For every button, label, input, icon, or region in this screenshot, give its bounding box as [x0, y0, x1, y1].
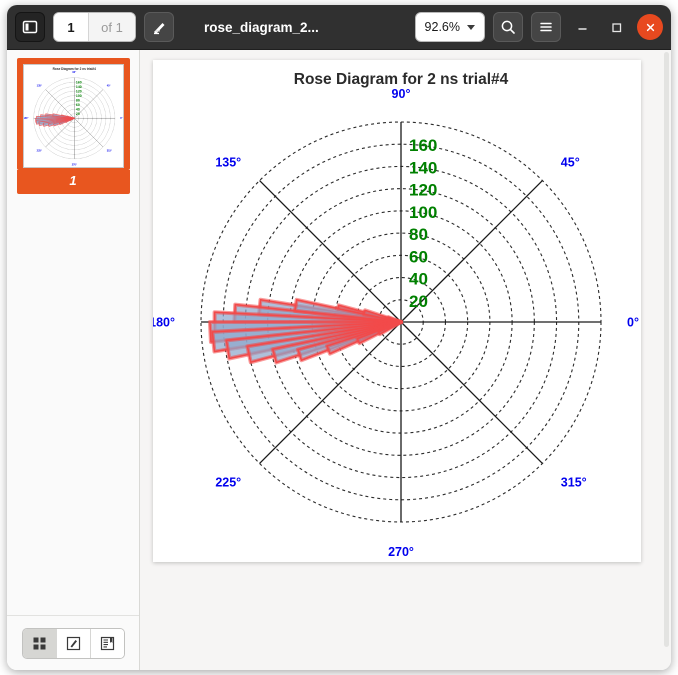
radial-tick-label: 160 — [75, 81, 81, 85]
rose-bars — [34, 113, 75, 127]
page-total-label: of 1 — [88, 13, 135, 41]
sidebar-footer — [7, 615, 139, 670]
thumbnail-rose-diagram: Rose Diagram for 2 ns trial#4 0° 45° 90° 135… — [24, 67, 123, 167]
page-number-input[interactable]: 1 — [54, 13, 88, 41]
radial-tick-label: 40 — [75, 108, 79, 112]
sidebar: Rose Diagram for 2 ns trial#4 0° 45° 90° 135… — [7, 50, 140, 670]
minimize-icon — [577, 27, 587, 30]
maximize-icon — [611, 22, 621, 32]
grid-spoke — [45, 89, 74, 119]
search-button[interactable] — [493, 12, 523, 42]
angular-tick-label: 315° — [106, 150, 111, 153]
radial-tick-label: 100 — [75, 94, 81, 98]
sidebar-mode-annotations[interactable] — [56, 628, 91, 658]
radial-tick-label: 120 — [75, 90, 81, 94]
angular-tick-label: 90° — [392, 87, 411, 101]
angular-tick-label: 0° — [627, 316, 639, 330]
grid-spoke — [400, 321, 543, 464]
radial-tick-label: 160 — [409, 136, 437, 155]
window-content: Rose Diagram for 2 ns trial#4 0° 45° 90° 135… — [7, 50, 671, 670]
thumbnail-page-label: 1 — [69, 173, 77, 188]
angular-tick-label: 270° — [71, 164, 76, 167]
radial-tick-label: 80 — [75, 99, 79, 103]
sidebar-mode-switcher — [21, 627, 125, 659]
pencil-icon — [66, 636, 80, 650]
angular-tick-label: 225° — [215, 475, 241, 489]
radial-tick-label: 60 — [75, 103, 79, 107]
header-bar: 1 of 1 rose_diagram_2... 92.6% — [7, 5, 671, 50]
angular-tick-label: 45° — [561, 156, 580, 170]
document-page: Rose Diagram for 2 ns trial#4 0° 45° 90° 135… — [153, 60, 641, 562]
radial-tick-label: 20 — [75, 112, 79, 116]
close-button[interactable] — [637, 14, 663, 40]
radial-tick-label: 40 — [409, 270, 428, 289]
sidebar-toggle-button[interactable] — [15, 12, 45, 42]
thumbnail-card-selected: Rose Diagram for 2 ns trial#4 0° 45° 90° 135… — [16, 58, 130, 170]
zoom-selector[interactable]: 92.6% — [414, 12, 485, 42]
sidebar-mode-thumbnails[interactable] — [22, 628, 57, 658]
chevron-down-icon — [467, 24, 475, 30]
radial-tick-label: 100 — [409, 203, 437, 222]
thumbnail-preview: Rose Diagram for 2 ns trial#4 0° 45° 90° 135… — [22, 64, 124, 168]
radial-tick-label: 60 — [409, 247, 428, 266]
grid-icon — [33, 637, 45, 649]
minimize-button[interactable] — [569, 14, 595, 40]
sidebar-icon — [22, 20, 38, 34]
radial-tick-label: 140 — [75, 85, 81, 89]
pdf-viewer-window: 1 of 1 rose_diagram_2... 92.6% Rose Diag… — [7, 5, 671, 670]
vertical-scrollbar[interactable] — [664, 52, 669, 648]
hamburger-menu-icon — [540, 22, 552, 32]
maximize-button[interactable] — [603, 14, 629, 40]
rose-bars — [207, 297, 403, 365]
pencil-highlight-icon — [153, 22, 164, 34]
radial-tick-label: 120 — [409, 181, 437, 200]
document-title: rose_diagram_2... — [204, 19, 319, 35]
radial-tick-label: 20 — [409, 292, 428, 311]
grid-spoke — [73, 118, 103, 148]
bookmark-icon — [100, 636, 114, 650]
main-menu-button[interactable] — [531, 12, 561, 42]
angular-tick-label: 180° — [24, 117, 28, 120]
chart-title: Rose Diagram for 2 ns trial#4 — [52, 67, 96, 71]
angular-tick-label: 180° — [153, 316, 175, 330]
angular-tick-label: 135° — [36, 85, 41, 88]
annotate-button[interactable] — [144, 12, 174, 42]
radial-tick-label: 140 — [409, 158, 437, 177]
angular-tick-label: 90° — [72, 71, 76, 74]
angular-tick-label: 45° — [106, 85, 110, 88]
radial-tick-label: 80 — [409, 225, 428, 244]
angular-tick-label: 135° — [215, 156, 241, 170]
search-icon — [501, 20, 515, 34]
sidebar-mode-outline[interactable] — [90, 628, 124, 658]
zoom-level-label: 92.6% — [424, 20, 460, 34]
chart-title: Rose Diagram for 2 ns trial#4 — [294, 71, 509, 88]
angular-tick-label: 315° — [561, 475, 587, 489]
close-icon — [646, 23, 654, 31]
thumbnail-list[interactable]: Rose Diagram for 2 ns trial#4 0° 45° 90° 135… — [7, 50, 139, 615]
thumbnail-item-1[interactable]: Rose Diagram for 2 ns trial#4 0° 45° 90° 135… — [16, 58, 130, 194]
page-navigator[interactable]: 1 of 1 — [53, 12, 136, 42]
angular-tick-label: 270° — [388, 545, 414, 559]
document-viewer[interactable]: Rose Diagram for 2 ns trial#4 0° 45° 90° 135… — [140, 50, 671, 670]
angular-tick-label: 0° — [120, 117, 122, 120]
rose-diagram-chart: Rose Diagram for 2 ns trial#4 0° 45° 90° 135… — [153, 71, 639, 559]
angular-tick-label: 225° — [36, 150, 41, 153]
grid-spoke — [259, 180, 402, 323]
